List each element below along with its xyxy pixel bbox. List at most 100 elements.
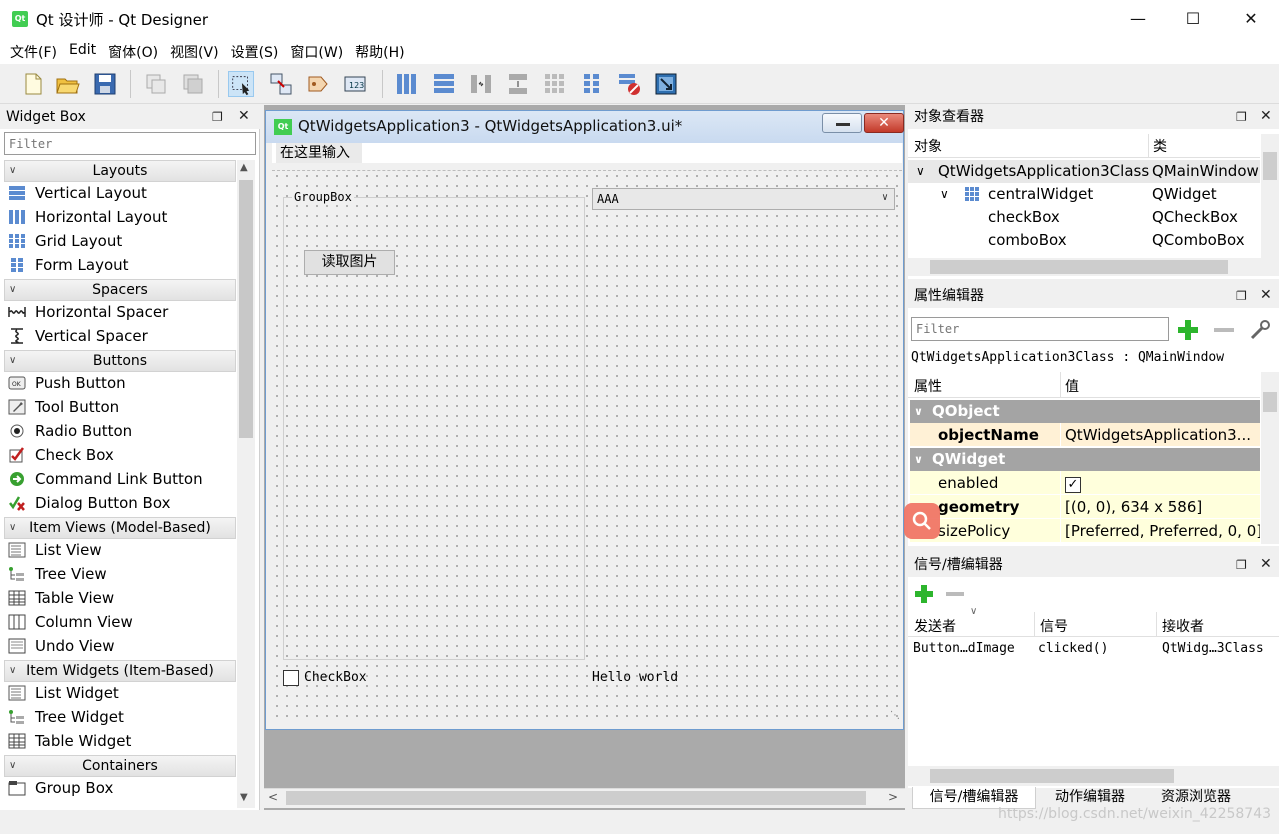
object-inspector-vthumb[interactable] (1263, 152, 1277, 180)
widget-item-tree-view[interactable]: Tree View (6, 562, 236, 586)
read-image-button[interactable]: 读取图片 (304, 250, 395, 275)
widget-item-column-view[interactable]: Column View (6, 610, 236, 634)
widget-item-tree-widget[interactable]: Tree Widget (6, 705, 236, 729)
property-value[interactable]: QtWidgetsApplication3... (1060, 423, 1260, 447)
widget-item-group-box[interactable]: Group Box (6, 776, 236, 800)
resize-grip-icon[interactable]: ⋱ (890, 710, 900, 721)
edit-widgets-icon[interactable] (228, 71, 254, 97)
property-value[interactable]: ✓ (1060, 471, 1260, 495)
floating-search-button[interactable] (904, 503, 940, 539)
save-icon[interactable] (92, 71, 118, 97)
configure-wrench-icon[interactable] (1248, 318, 1274, 342)
widget-item-radio-button[interactable]: Radio Button (6, 419, 236, 443)
mdi-scroll-thumb[interactable] (286, 791, 866, 805)
category-item-views[interactable]: ∨ Item Views (Model-Based) (4, 517, 236, 539)
layout-grid-icon[interactable] (542, 71, 568, 97)
menu-help[interactable]: 帮助(H) (349, 38, 410, 64)
scroll-up-icon[interactable]: ▲ (240, 162, 248, 173)
layout-form-icon[interactable] (579, 71, 605, 97)
property-row-object-name[interactable]: objectName QtWidgetsApplication3... (910, 423, 1260, 447)
widget-item-undo-view[interactable]: Undo View (6, 634, 236, 658)
scroll-right-icon[interactable]: > (888, 790, 898, 804)
menu-form[interactable]: 窗体(O) (102, 38, 164, 64)
property-value[interactable]: [Preferred, Preferred, 0, 0] (1060, 519, 1260, 542)
close-panel-icon[interactable]: ✕ (1260, 108, 1272, 124)
category-containers[interactable]: ∨ Containers (4, 755, 236, 777)
signal-slot-hthumb[interactable] (930, 769, 1174, 783)
property-row-size-policy[interactable]: sizePolicy [Preferred, Preferred, 0, 0] (910, 519, 1260, 543)
widget-box-filter-input[interactable] (4, 132, 256, 155)
copy-icon[interactable] (143, 71, 169, 97)
property-editor-vthumb[interactable] (1263, 392, 1277, 412)
float-panel-icon[interactable]: ❐ (1236, 289, 1247, 303)
close-panel-icon[interactable]: ✕ (1260, 287, 1272, 303)
minimize-button[interactable]: — (1115, 6, 1161, 32)
widget-item-table-widget[interactable]: Table Widget (6, 729, 236, 753)
widget-item-list-widget[interactable]: List Widget (6, 681, 236, 705)
scroll-left-icon[interactable]: < (268, 790, 278, 804)
widget-item-grid-layout[interactable]: Grid Layout (6, 229, 236, 253)
category-item-widgets[interactable]: ∨ Item Widgets (Item-Based) (4, 660, 236, 682)
widget-item-table-view[interactable]: Table View (6, 586, 236, 610)
add-connection-icon[interactable] (913, 583, 935, 605)
maximize-button[interactable]: ☐ (1170, 6, 1216, 32)
category-spacers[interactable]: ∨ Spacers (4, 279, 236, 301)
tree-row-checkbox[interactable]: checkBox QCheckBox (908, 206, 1260, 229)
widget-item-vertical-layout[interactable]: Vertical Layout (6, 181, 236, 205)
widget-item-dialog-button-box[interactable]: Dialog Button Box (6, 491, 236, 515)
widget-item-tool-button[interactable]: Tool Button (6, 395, 236, 419)
edit-buddies-icon[interactable] (305, 71, 331, 97)
close-panel-icon[interactable]: ✕ (1260, 556, 1272, 572)
widget-item-push-button[interactable]: OK Push Button (6, 371, 236, 395)
paste-icon[interactable] (180, 71, 206, 97)
tree-row-central-widget[interactable]: ∨ centralWidget QWidget (908, 183, 1260, 206)
widget-item-horizontal-spacer[interactable]: Horizontal Spacer (6, 300, 236, 324)
close-panel-icon[interactable]: ✕ (238, 108, 250, 124)
widget-item-command-link-button[interactable]: Command Link Button (6, 467, 236, 491)
layout-h-splitter-icon[interactable] (468, 71, 494, 97)
category-layouts[interactable]: ∨ Layouts (4, 160, 236, 182)
form-checkbox[interactable] (283, 670, 299, 686)
property-filter-input[interactable] (911, 317, 1169, 341)
menu-file[interactable]: 文件(F) (4, 38, 63, 64)
section-qobject[interactable]: ∨ QObject (910, 400, 1260, 423)
widget-item-vertical-spacer[interactable]: Vertical Spacer (6, 324, 236, 348)
float-panel-icon[interactable]: ❐ (1236, 558, 1247, 572)
menu-window[interactable]: 窗口(W) (284, 38, 349, 64)
widget-item-horizontal-layout[interactable]: Horizontal Layout (6, 205, 236, 229)
remove-property-icon[interactable] (1212, 318, 1236, 342)
form-menu-placeholder[interactable]: 在这里输入 (276, 143, 362, 163)
menu-edit[interactable]: Edit (63, 38, 102, 64)
float-panel-icon[interactable]: ❐ (1236, 110, 1247, 124)
tree-row-combobox[interactable]: comboBox QComboBox (908, 229, 1260, 251)
layout-horizontal-icon[interactable] (394, 71, 420, 97)
property-row-enabled[interactable]: enabled ✓ (910, 471, 1260, 495)
object-inspector-hthumb[interactable] (930, 260, 1228, 274)
form-close-button[interactable]: ✕ (864, 113, 904, 133)
break-layout-icon[interactable] (616, 71, 642, 97)
edit-tab-order-icon[interactable]: 123 (342, 71, 368, 97)
scroll-down-icon[interactable]: ▼ (240, 792, 248, 803)
widget-item-form-layout[interactable]: Form Layout (6, 253, 236, 277)
widget-item-list-view[interactable]: List View (6, 538, 236, 562)
tree-row-main-window[interactable]: ∨ QtWidgetsApplication3Class QMainWindow (908, 160, 1260, 183)
form-minimize-button[interactable] (822, 113, 862, 133)
remove-connection-icon[interactable] (944, 583, 966, 605)
float-panel-icon[interactable]: ❐ (212, 110, 223, 124)
property-value[interactable]: [(0, 0), 634 x 586] (1060, 495, 1260, 519)
close-button[interactable]: ✕ (1228, 6, 1274, 32)
menu-settings[interactable]: 设置(S) (225, 38, 285, 64)
menu-view[interactable]: 视图(V) (164, 38, 225, 64)
section-qwidget[interactable]: ∨ QWidget (910, 448, 1260, 471)
new-file-icon[interactable] (20, 71, 46, 97)
edit-signals-slots-icon[interactable] (268, 71, 294, 97)
combo-box[interactable]: AAA ∨ (592, 188, 895, 210)
property-row-geometry[interactable]: geometry [(0, 0), 634 x 586] (910, 495, 1260, 519)
widget-item-check-box[interactable]: Check Box (6, 443, 236, 467)
category-buttons[interactable]: ∨ Buttons (4, 350, 236, 372)
add-dynamic-property-icon[interactable] (1176, 318, 1200, 342)
connection-row[interactable]: Button…dImage clicked() QtWidg…3Class (908, 639, 1279, 661)
adjust-size-icon[interactable] (653, 71, 679, 97)
layout-vertical-icon[interactable] (431, 71, 457, 97)
open-folder-icon[interactable] (55, 71, 81, 97)
